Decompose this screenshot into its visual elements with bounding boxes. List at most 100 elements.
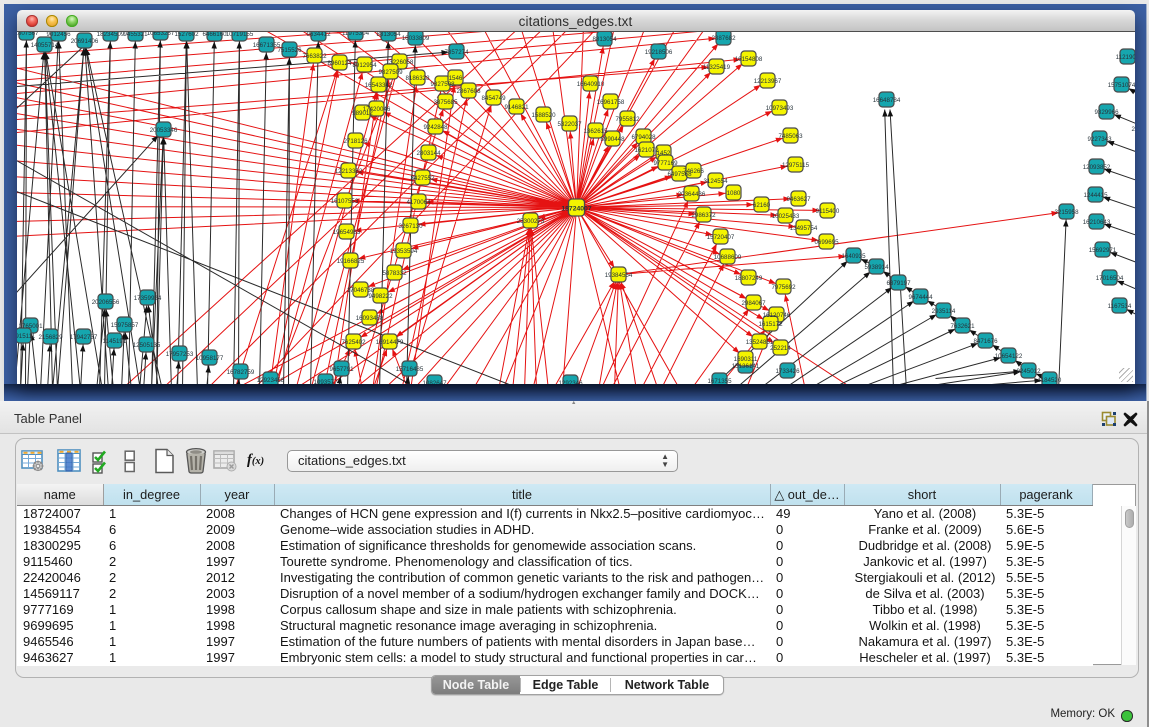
svg-text:7357274: 7357274 — [444, 48, 469, 55]
svg-text:5878332: 5878332 — [382, 269, 407, 276]
svg-text:10958177: 10958177 — [195, 354, 223, 361]
svg-text:2277434: 2277434 — [1131, 125, 1135, 132]
svg-text:1733426: 1733426 — [775, 367, 800, 374]
svg-text:8813054: 8813054 — [376, 32, 401, 38]
svg-text:17359924: 17359924 — [133, 294, 161, 301]
svg-text:1167534: 1167534 — [1107, 302, 1131, 309]
svg-text:8186328: 8186328 — [405, 74, 430, 81]
svg-text:16154808: 16154808 — [734, 55, 762, 62]
svg-text:1145191: 1145191 — [102, 337, 126, 344]
svg-text:16914479: 16914479 — [375, 338, 403, 345]
svg-text:19166825: 19166825 — [336, 257, 364, 264]
svg-text:15975857: 15975857 — [110, 321, 138, 328]
svg-text:16782759: 16782759 — [226, 368, 254, 375]
svg-text:9146821: 9146821 — [504, 103, 529, 110]
svg-text:11325419: 11325419 — [702, 63, 730, 70]
svg-text:25300273: 25300273 — [516, 217, 544, 224]
svg-text:2984067: 2984067 — [741, 299, 766, 306]
svg-text:18724007: 18724007 — [561, 205, 591, 212]
svg-text:3267130: 3267130 — [398, 222, 423, 229]
svg-text:20053346: 20053346 — [149, 126, 177, 133]
svg-text:9115400: 9115400 — [815, 207, 839, 214]
svg-text:9245012: 9245012 — [1016, 367, 1041, 374]
svg-text:1615172: 1615172 — [758, 320, 783, 327]
svg-text:12213967: 12213967 — [753, 77, 781, 84]
svg-text:8454749: 8454749 — [481, 94, 506, 101]
svg-text:3875685: 3875685 — [433, 98, 458, 105]
svg-text:989012: 989012 — [352, 109, 373, 116]
svg-text:9329966: 9329966 — [1094, 108, 1119, 115]
svg-text:9012456: 9012456 — [46, 32, 71, 38]
svg-text:0699695: 0699695 — [814, 238, 839, 245]
svg-text:2387682: 2387682 — [711, 34, 736, 41]
svg-text:12923468: 12923468 — [256, 376, 284, 383]
svg-text:9227343: 9227343 — [1087, 135, 1112, 142]
svg-text:15751074: 15751074 — [1107, 81, 1134, 88]
svg-text:1527602: 1527602 — [174, 32, 199, 38]
svg-text:19654983: 19654983 — [332, 228, 360, 235]
svg-text:13226058: 13226058 — [385, 58, 413, 65]
svg-text:9657791: 9657791 — [329, 365, 354, 372]
svg-text:8990448: 8990448 — [600, 135, 625, 142]
svg-text:16543342: 16543342 — [364, 81, 392, 88]
svg-text:9498222: 9498222 — [368, 292, 393, 299]
svg-text:1690311: 1690311 — [733, 355, 757, 362]
svg-text:12093852: 12093852 — [1082, 163, 1110, 170]
svg-text:8813054: 8813054 — [592, 35, 617, 42]
svg-text:16033809: 16033809 — [401, 34, 429, 41]
svg-text:5938914: 5938914 — [864, 263, 889, 270]
svg-text:15716485: 15716485 — [395, 365, 423, 372]
svg-text:9827509: 9827509 — [378, 68, 403, 75]
svg-text:7515526: 7515526 — [277, 46, 302, 53]
svg-text:2867608: 2867608 — [456, 87, 481, 94]
svg-text:18807249: 18807249 — [734, 274, 762, 281]
svg-text:16210643: 16210643 — [1082, 218, 1110, 225]
svg-text:19384554: 19384554 — [604, 271, 632, 278]
svg-text:14055714: 14055714 — [30, 41, 58, 48]
svg-text:19218506: 19218506 — [644, 48, 672, 55]
svg-text:3124554: 3124554 — [703, 177, 728, 184]
svg-text:16120746: 16120746 — [762, 311, 790, 318]
svg-text:9327508: 9327508 — [430, 80, 455, 87]
svg-text:16961758: 16961758 — [596, 98, 624, 105]
svg-text:15692971: 15692971 — [1088, 246, 1116, 253]
svg-text:4170064: 4170064 — [406, 198, 431, 205]
svg-text:20691406: 20691406 — [70, 37, 98, 44]
svg-text:9242848: 9242848 — [423, 123, 448, 130]
svg-text:1621072: 1621072 — [634, 146, 659, 153]
svg-text:1093577: 1093577 — [313, 378, 338, 383]
svg-text:3915111: 3915111 — [17, 332, 36, 339]
svg-text:16648784: 16648784 — [872, 96, 900, 103]
svg-text:12505135: 12505135 — [132, 341, 160, 348]
svg-text:1588520: 1588520 — [531, 111, 556, 118]
svg-text:13495754: 13495754 — [789, 224, 817, 231]
svg-text:12975115: 12975115 — [781, 161, 809, 168]
svg-text:1362615: 1362615 — [583, 127, 608, 134]
svg-text:6466160: 6466160 — [202, 32, 227, 38]
svg-text:1671355: 1671355 — [707, 377, 732, 383]
svg-text:1452: 1452 — [656, 149, 670, 156]
svg-text:1121901: 1121901 — [1115, 53, 1134, 60]
svg-text:16640910: 16640910 — [576, 80, 604, 87]
svg-text:3215958: 3215958 — [1054, 208, 1079, 215]
svg-text:8471676: 8471676 — [973, 337, 998, 344]
svg-text:6879197: 6879197 — [886, 279, 911, 286]
svg-text:7663822: 7663822 — [302, 52, 327, 59]
svg-text:15136141: 15136141 — [731, 362, 759, 369]
svg-text:8427552: 8427552 — [410, 174, 435, 181]
svg-text:1082647: 1082647 — [422, 379, 447, 383]
svg-text:8912954: 8912954 — [352, 61, 377, 68]
svg-text:7955812: 7955812 — [615, 115, 640, 122]
svg-text:12213382: 12213382 — [334, 167, 362, 174]
svg-text:20364436: 20364436 — [677, 190, 705, 197]
svg-text:17016504: 17016504 — [1095, 274, 1123, 281]
svg-text:7625402: 7625402 — [341, 338, 366, 345]
svg-text:746266: 746266 — [683, 167, 704, 174]
svg-text:9634412: 9634412 — [306, 32, 331, 38]
svg-text:17942737: 17942737 — [69, 333, 97, 340]
svg-text:11975304: 11975304 — [341, 32, 369, 37]
svg-text:1080: 1080 — [726, 189, 740, 196]
svg-text:9674444: 9674444 — [908, 293, 933, 300]
svg-text:10973493: 10973493 — [765, 104, 793, 111]
svg-text:9777169: 9777169 — [653, 159, 678, 166]
